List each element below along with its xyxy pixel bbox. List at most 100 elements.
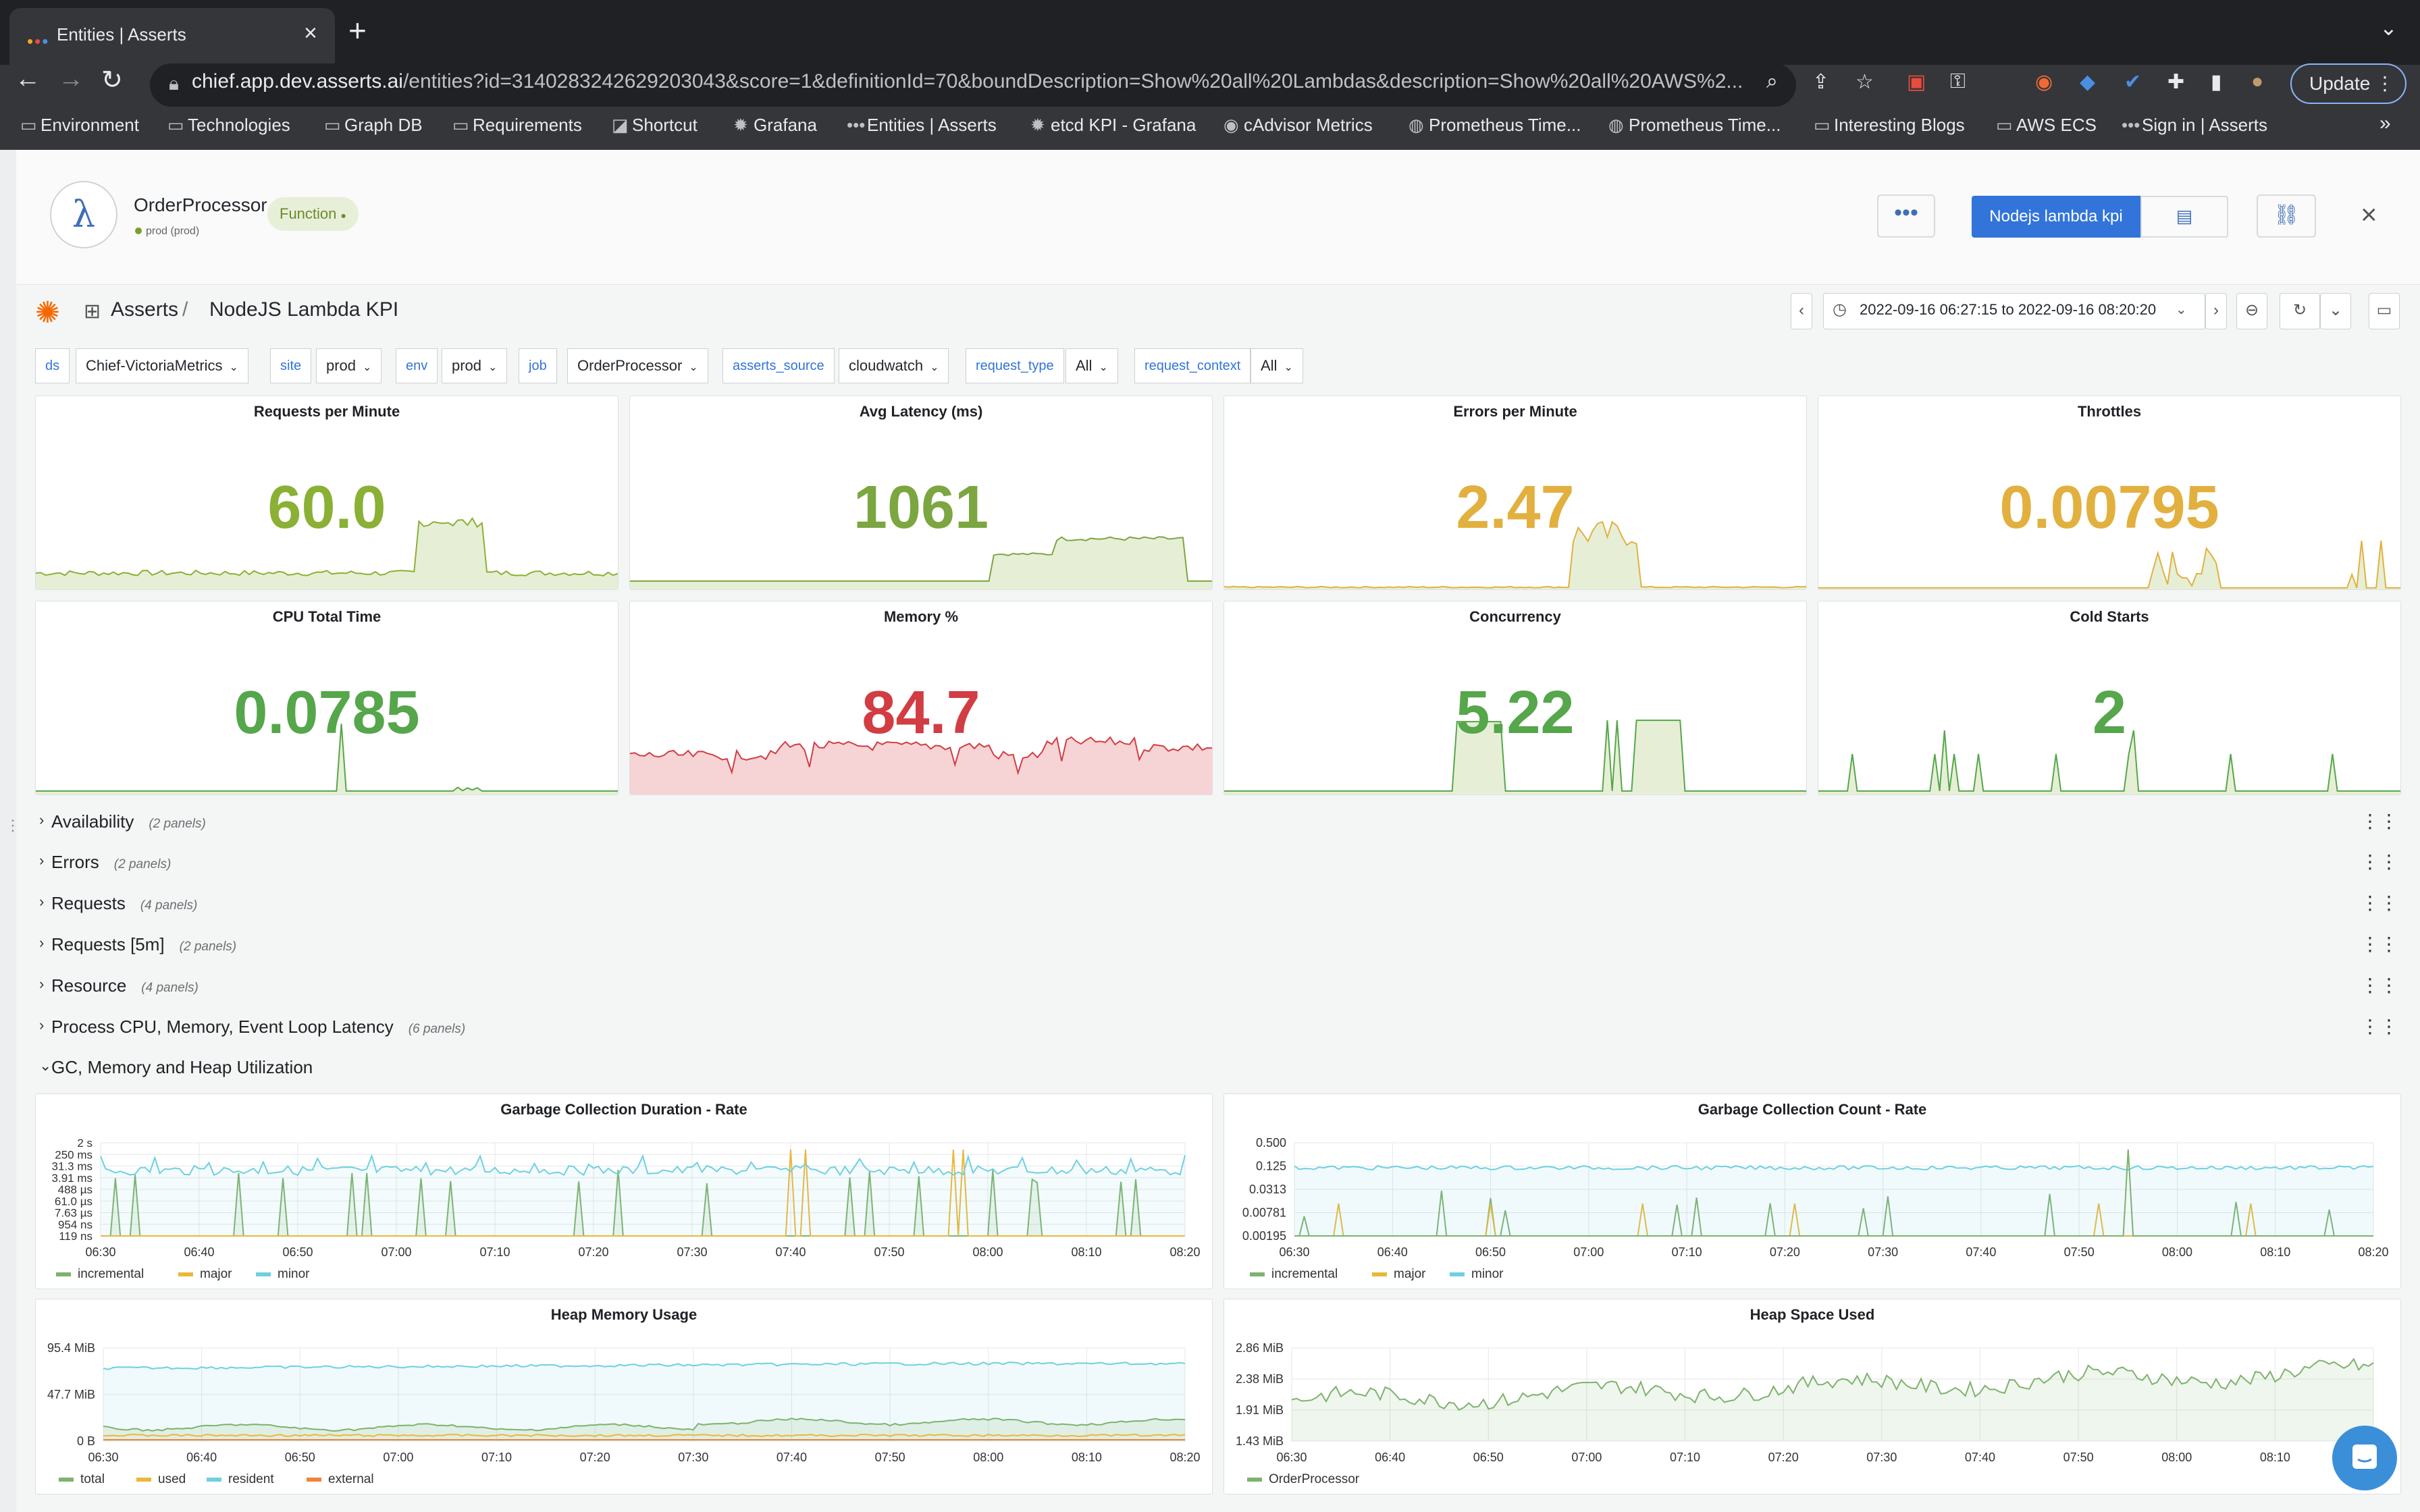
legend-item[interactable]: external (307, 1472, 374, 1487)
table-view-button[interactable]: ▤ (2140, 196, 2228, 238)
sidepanel-icon[interactable]: ▮ (2211, 70, 2222, 94)
zoom-search-icon[interactable]: ⌕ (1766, 70, 1778, 93)
dashboard-row[interactable]: ⌄ GC, Memory and Heap Utilization (34, 1049, 2397, 1087)
series-area (1292, 1359, 2373, 1441)
drag-handle-icon[interactable]: ⋮⋮ (2361, 810, 2398, 832)
bookmark-item[interactable]: ▭ Interesting Blogs (1814, 115, 1965, 136)
time-forward-button[interactable]: › (2205, 293, 2227, 329)
share-icon[interactable]: ⇪ (1812, 70, 1829, 94)
stat-panel[interactable]: Avg Latency (ms) 1061 (629, 396, 1213, 590)
extension-brave-icon[interactable]: ◉ (2035, 70, 2053, 94)
bookmark-item[interactable]: ▭ Requirements (452, 115, 582, 136)
drag-handle-icon[interactable]: ⋮⋮ (2361, 850, 2398, 873)
tab-search-chevron-icon[interactable]: ⌄ (2379, 15, 2398, 40)
bookmark-item[interactable]: ◉ cAdvisor Metrics (1224, 115, 1373, 136)
stat-panel[interactable]: Cold Starts 2 (1818, 601, 2401, 795)
timeseries-panel[interactable]: Garbage Collection Duration - Rate 2 s 250… (35, 1094, 1213, 1289)
chat-widget-button[interactable] (2332, 1426, 2397, 1490)
variable-select-request_context[interactable]: All ⌄ (1251, 348, 1303, 383)
stat-panel[interactable]: Concurrency 5.22 (1224, 601, 1807, 795)
more-options-button[interactable]: ••• (1877, 194, 1935, 238)
variable-select-asserts_source[interactable]: cloudwatch ⌄ (839, 348, 949, 383)
tv-mode-button[interactable]: ▭ (2369, 293, 2400, 329)
dashboard-row[interactable]: › Availability (2 panels) ⋮⋮ (34, 803, 2398, 841)
reload-icon[interactable]: ↻ (101, 65, 123, 95)
dashboard-row[interactable]: › Requests (4 panels) ⋮⋮ (34, 885, 2398, 923)
grafana-logo-icon[interactable]: ✺ (35, 296, 60, 330)
drag-handle-icon[interactable]: ⋮⋮ (2361, 974, 2398, 996)
zoom-out-button[interactable]: ⊖ (2236, 293, 2267, 329)
legend-item[interactable]: OrderProcessor (1247, 1472, 1359, 1487)
bookmark-item[interactable]: ••• Entities | Asserts (847, 115, 997, 136)
legend-item[interactable]: incremental (1250, 1267, 1338, 1282)
legend-item[interactable]: used (136, 1472, 186, 1487)
bookmarks-overflow-icon[interactable]: » (2379, 112, 2391, 135)
drawer-drag-icon[interactable]: ⋮ (5, 817, 20, 834)
extension-diamond-icon[interactable]: ◆ (2080, 70, 2095, 94)
legend-item[interactable]: major (178, 1267, 232, 1282)
bookmark-item[interactable]: ▭ Graph DB (324, 115, 423, 136)
bookmark-item[interactable]: ▭ Technologies (167, 115, 290, 136)
bookmark-star-icon[interactable]: ☆ (1856, 70, 1874, 94)
bookmark-item[interactable]: ✹ etcd KPI - Grafana (1030, 115, 1196, 136)
breadcrumb-folder[interactable]: Asserts (111, 298, 178, 321)
stat-panel[interactable]: Throttles 0.00795 (1818, 396, 2401, 590)
x-tick-label: 07:30 (1866, 1451, 1897, 1464)
bookmark-item[interactable]: ••• Sign in | Asserts (2122, 115, 2267, 136)
time-back-button[interactable]: ‹ (1791, 293, 1812, 329)
browser-tab[interactable]: ••• Entities | Asserts × (9, 8, 335, 65)
dashboard-row[interactable]: › Errors (2 panels) ⋮⋮ (34, 844, 2398, 882)
bookmark-item[interactable]: ◍ Prometheus Time... (1608, 115, 1781, 136)
legend-item[interactable]: resident (207, 1472, 274, 1487)
row-panel-count: (2 panels) (113, 857, 172, 871)
variable-select-job[interactable]: OrderProcessor ⌄ (567, 348, 708, 383)
timeseries-panel[interactable]: Heap Memory Usage 95.4 MiB 47.7 MiB 0 B 06:3… (35, 1299, 1213, 1494)
extension-check-icon[interactable]: ✔ (2124, 70, 2141, 94)
update-button[interactable]: Update ⋮ (2290, 63, 2406, 104)
drag-handle-icon[interactable]: ⋮⋮ (2361, 1015, 2398, 1037)
stat-panel[interactable]: Errors per Minute 2.47 (1224, 396, 1807, 590)
forward-arrow-icon[interactable]: → (58, 65, 84, 94)
variable-select-request_type[interactable]: All ⌄ (1066, 348, 1118, 383)
refresh-button[interactable]: ↻ (2280, 293, 2320, 329)
drag-handle-icon[interactable]: ⋮⋮ (2361, 892, 2398, 914)
variable-select-ds[interactable]: Chief-VictoriaMetrics ⌄ (76, 348, 248, 383)
legend-item[interactable]: incremental (56, 1267, 144, 1282)
variable-select-site[interactable]: prod ⌄ (316, 348, 382, 383)
dashboard-row[interactable]: › Resource (4 panels) ⋮⋮ (34, 967, 2398, 1005)
row-panel-count: (4 panels) (141, 981, 199, 995)
breadcrumb-dashboard[interactable]: NodeJS Lambda KPI (209, 298, 398, 321)
bookmark-item[interactable]: ▭ AWS ECS (1996, 115, 2097, 136)
dashboard-row[interactable]: › Process CPU, Memory, Event Loop Latency… (34, 1008, 2398, 1046)
new-tab-icon[interactable]: + (348, 12, 367, 49)
refresh-interval-button[interactable]: ⌄ (2320, 293, 2351, 329)
back-arrow-icon[interactable]: ← (15, 65, 41, 94)
bookmark-item[interactable]: ◍ Prometheus Time... (1409, 115, 1581, 136)
variable-select-env[interactable]: prod ⌄ (442, 348, 508, 383)
profile-avatar-icon[interactable]: ● (2251, 70, 2263, 93)
tab-close-icon[interactable]: × (304, 20, 317, 47)
stat-panel[interactable]: Memory % 84.7 (629, 601, 1213, 795)
legend-item[interactable]: total (59, 1472, 105, 1487)
stat-panel[interactable]: CPU Total Time 0.0785 (35, 601, 619, 795)
extension-red-icon[interactable]: ▣ (1907, 70, 1926, 94)
bookmark-item[interactable]: ▭ Environment (20, 115, 139, 136)
bookmark-item[interactable]: ◪ Shortcut (612, 115, 698, 136)
stat-panel[interactable]: Requests per Minute 60.0 (35, 396, 619, 590)
bookmark-item[interactable]: ✹ Grafana (733, 115, 817, 136)
legend-item[interactable]: minor (256, 1267, 310, 1282)
lock-icon[interactable]: 🔒︎ (169, 73, 179, 95)
drag-handle-icon[interactable]: ⋮⋮ (2361, 933, 2398, 955)
close-icon[interactable]: × (2361, 198, 2377, 231)
kpi-dashboard-button[interactable]: Nodejs lambda kpi (1972, 196, 2140, 238)
legend-item[interactable]: major (1372, 1267, 1426, 1282)
extension-vpn-icon[interactable]: ⚿ (1950, 70, 1966, 93)
legend-item[interactable]: minor (1450, 1267, 1504, 1282)
extensions-puzzle-icon[interactable]: ✚ (2167, 70, 2184, 94)
dashboard-row[interactable]: › Requests [5m] (2 panels) ⋮⋮ (34, 926, 2398, 964)
timeseries-panel[interactable]: Garbage Collection Count - Rate 0.500 0.12… (1224, 1094, 2401, 1289)
timeseries-panel[interactable]: Heap Space Used 2.86 MiB 2.38 MiB 1.91 MiB 1… (1224, 1299, 2401, 1494)
dashboards-grid-icon[interactable]: ⊞ (84, 300, 101, 323)
copy-link-button[interactable]: ⛓ (2257, 194, 2316, 238)
url-text[interactable]: chief.app.dev.asserts.ai/entities?id=314… (192, 67, 1745, 97)
